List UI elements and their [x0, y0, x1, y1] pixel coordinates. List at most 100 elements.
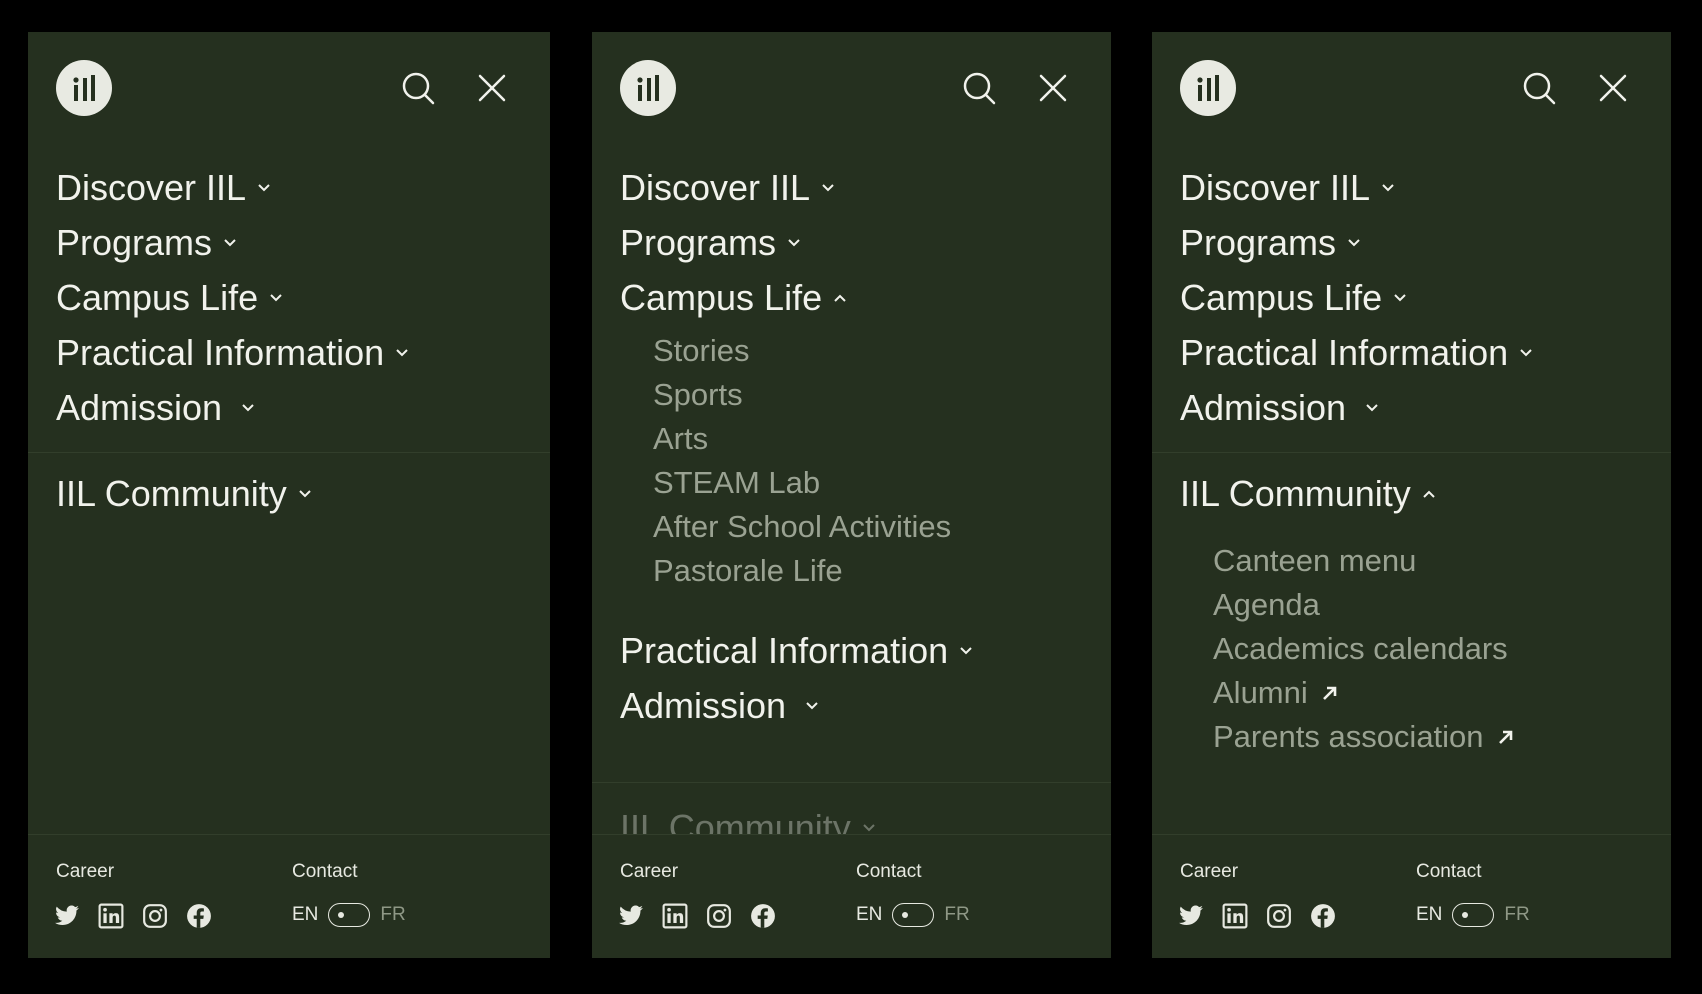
contact-link[interactable]: Contact	[856, 861, 921, 883]
menu-item-discover[interactable]: Discover IIL	[56, 160, 530, 215]
chevron-down-icon	[1520, 348, 1532, 356]
menu-item-programs[interactable]: Programs	[56, 215, 530, 270]
submenu-item-external[interactable]: Alumni	[1213, 671, 1516, 715]
chevron-down-icon	[806, 701, 818, 709]
main-menu: Discover IIL Programs Campus Life Storie…	[620, 160, 1091, 733]
search-icon[interactable]	[1519, 68, 1559, 108]
search-icon[interactable]	[959, 68, 999, 108]
chevron-down-icon	[1348, 238, 1360, 246]
menu-item-admission[interactable]: Admission	[1180, 380, 1651, 435]
submenu-item[interactable]: Stories	[653, 329, 1091, 373]
contact-link[interactable]: Contact	[292, 861, 357, 883]
mobile-menu-panel-collapsed: Discover IIL Programs Campus Life Practi…	[28, 32, 550, 958]
menu-item-practical-information[interactable]: Practical Information	[56, 325, 530, 380]
menu-divider	[592, 782, 1111, 783]
menu-item-discover[interactable]: Discover IIL	[620, 160, 1091, 215]
community-submenu: Canteen menu Agenda Academics calendars …	[1180, 521, 1516, 759]
mobile-menu-panel-community-expanded: Discover IIL Programs Campus Life Practi…	[1152, 32, 1671, 958]
chevron-down-icon	[242, 403, 254, 411]
menu-divider	[28, 452, 550, 453]
menu-item-admission[interactable]: Admission	[56, 380, 530, 435]
menu-item-practical-information[interactable]: Practical Information	[620, 623, 1091, 678]
social-links	[54, 903, 212, 929]
menu-item-programs[interactable]: Programs	[1180, 215, 1651, 270]
language-toggle[interactable]	[328, 903, 371, 927]
career-link[interactable]: Career	[620, 861, 678, 883]
chevron-down-icon	[258, 183, 270, 191]
facebook-icon[interactable]	[1310, 903, 1336, 929]
facebook-icon[interactable]	[750, 903, 776, 929]
language-switch: EN FR	[1416, 903, 1530, 927]
menu-footer: Career Contact EN FR	[592, 834, 1111, 958]
chevron-down-icon	[1394, 293, 1406, 301]
social-links	[618, 903, 776, 929]
external-link-arrow-icon	[1498, 730, 1512, 744]
submenu-item[interactable]: Agenda	[1213, 583, 1516, 627]
social-links	[1178, 903, 1336, 929]
submenu-item-external[interactable]: Parents association	[1213, 715, 1516, 759]
menu-footer: Career Contact EN FR	[28, 834, 550, 958]
search-icon[interactable]	[398, 68, 438, 108]
lang-fr[interactable]: FR	[380, 904, 405, 926]
lang-en[interactable]: EN	[292, 904, 318, 926]
submenu-item[interactable]: Pastorale Life	[653, 549, 1091, 593]
menu-divider	[1152, 452, 1671, 453]
community-section: IIL Community Canteen menu Agenda Academ…	[1180, 466, 1516, 759]
submenu-item[interactable]: After School Activities	[653, 505, 1091, 549]
career-link[interactable]: Career	[56, 861, 114, 883]
community-section: IIL Community	[56, 466, 313, 521]
chevron-down-icon	[299, 489, 311, 497]
language-switch: EN FR	[856, 903, 970, 927]
instagram-icon[interactable]	[1266, 903, 1292, 929]
chevron-up-icon	[1423, 490, 1435, 498]
lang-fr[interactable]: FR	[1504, 904, 1529, 926]
facebook-icon[interactable]	[186, 903, 212, 929]
lang-en[interactable]: EN	[856, 904, 882, 926]
menu-item-campus-life[interactable]: Campus Life	[620, 270, 1091, 325]
main-menu: Discover IIL Programs Campus Life Practi…	[56, 160, 530, 435]
contact-link[interactable]: Contact	[1416, 861, 1481, 883]
chevron-down-icon	[396, 348, 408, 356]
menu-item-programs[interactable]: Programs	[620, 215, 1091, 270]
chevron-down-icon	[1366, 403, 1378, 411]
instagram-icon[interactable]	[142, 903, 168, 929]
career-link[interactable]: Career	[1180, 861, 1238, 883]
iil-logo-icon[interactable]	[1180, 60, 1236, 116]
submenu-item[interactable]: Canteen menu	[1213, 539, 1516, 583]
linkedin-icon[interactable]	[1222, 903, 1248, 929]
chevron-down-icon	[270, 293, 282, 301]
language-toggle[interactable]	[892, 903, 935, 927]
chevron-up-icon	[834, 294, 846, 302]
lang-fr[interactable]: FR	[944, 904, 969, 926]
main-menu: Discover IIL Programs Campus Life Practi…	[1180, 160, 1651, 435]
close-icon[interactable]	[472, 68, 512, 108]
menu-item-iil-community[interactable]: IIL Community	[1180, 466, 1516, 521]
menu-footer: Career Contact EN FR	[1152, 834, 1671, 958]
iil-logo-icon[interactable]	[56, 60, 112, 116]
submenu-item[interactable]: Sports	[653, 373, 1091, 417]
linkedin-icon[interactable]	[98, 903, 124, 929]
campus-life-submenu: Stories Sports Arts STEAM Lab After Scho…	[620, 325, 1091, 623]
menu-item-practical-information[interactable]: Practical Information	[1180, 325, 1651, 380]
twitter-icon[interactable]	[1178, 903, 1204, 929]
menu-item-iil-community[interactable]: IIL Community	[56, 466, 313, 521]
submenu-item[interactable]: Arts	[653, 417, 1091, 461]
language-toggle[interactable]	[1452, 903, 1495, 927]
chevron-down-icon	[822, 183, 834, 191]
language-switch: EN FR	[292, 903, 406, 927]
chevron-down-icon	[960, 646, 972, 654]
submenu-item[interactable]: Academics calendars	[1213, 627, 1516, 671]
iil-logo-icon[interactable]	[620, 60, 676, 116]
lang-en[interactable]: EN	[1416, 904, 1442, 926]
close-icon[interactable]	[1593, 68, 1633, 108]
instagram-icon[interactable]	[706, 903, 732, 929]
menu-item-campus-life[interactable]: Campus Life	[56, 270, 530, 325]
menu-item-admission[interactable]: Admission	[620, 678, 1091, 733]
menu-item-discover[interactable]: Discover IIL	[1180, 160, 1651, 215]
close-icon[interactable]	[1033, 68, 1073, 108]
twitter-icon[interactable]	[54, 903, 80, 929]
twitter-icon[interactable]	[618, 903, 644, 929]
submenu-item[interactable]: STEAM Lab	[653, 461, 1091, 505]
linkedin-icon[interactable]	[662, 903, 688, 929]
menu-item-campus-life[interactable]: Campus Life	[1180, 270, 1651, 325]
